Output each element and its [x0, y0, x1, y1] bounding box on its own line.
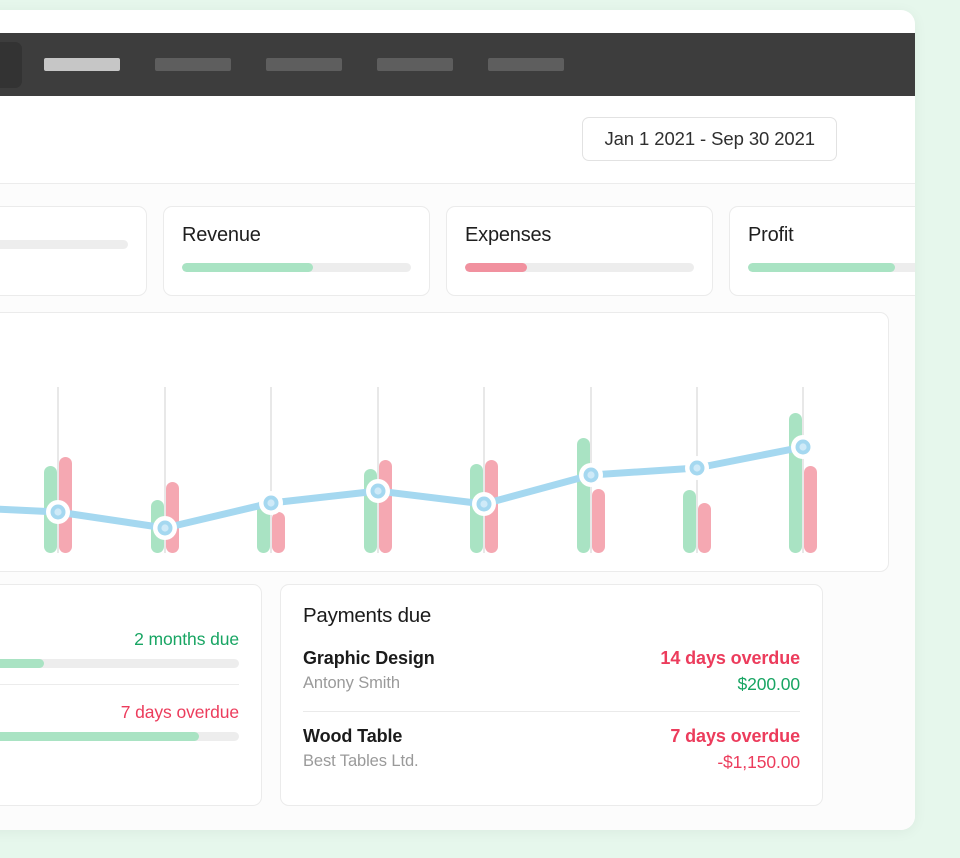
kpi-title: Expenses: [465, 224, 552, 246]
date-range-label: Jan 1 2021 - Sep 30 2021: [604, 128, 815, 149]
chart-bar-expenses-4: [379, 460, 392, 553]
chart-point-core-1: [54, 508, 62, 516]
chart-point-core-7: [693, 464, 701, 472]
nav-item-4[interactable]: [377, 58, 453, 71]
kpi-progress-fill: [182, 263, 313, 272]
nav-dropdown-button[interactable]: [0, 41, 22, 88]
payment-meta: 7 days overdue -$1,150.00: [670, 726, 800, 773]
chart-bar-expenses-8: [804, 466, 817, 553]
invoice-status: 7 days overdue: [120, 702, 239, 722]
payment-status: 7 days overdue: [670, 726, 800, 746]
chart-bar-expenses-3: [272, 512, 285, 553]
payment-status: 14 days overdue: [660, 648, 800, 668]
chart-bar-expenses-6: [592, 489, 605, 553]
chart-bar-revenue-8: [789, 413, 802, 553]
payments-due-card: Payments due Graphic Design Antony Smith…: [280, 584, 823, 806]
date-toolbar: Jan 1 2021 - Sep 30 2021: [0, 96, 915, 184]
kpi-progress-fill: [748, 263, 895, 272]
invoice-progress-fill: [0, 659, 45, 668]
kpi-progress-track: [748, 263, 915, 272]
payment-divider: [303, 711, 800, 712]
chart-point-core-3: [267, 499, 275, 507]
payments-due-title: Payments due: [303, 604, 432, 627]
kpi-progress-track: [465, 263, 694, 272]
payment-title: Graphic Design: [303, 648, 435, 668]
chart-bar-revenue-7: [683, 490, 696, 553]
bottom-card-row: 2 months due n 7 days overdue: [0, 584, 823, 806]
payment-info: Wood Table Best Tables Ltd.: [303, 726, 419, 771]
kpi-progress-fill: [465, 263, 527, 272]
payment-title: Wood Table: [303, 726, 403, 746]
chart-bar-expenses-7: [698, 503, 711, 553]
chart-bar-revenue-6: [577, 438, 590, 553]
revenue-expenses-chart[interactable]: [0, 313, 890, 573]
kpi-card-row: Revenue Expenses Profit: [0, 206, 915, 296]
chart-point-core-2: [161, 524, 169, 532]
invoice-progress-fill: [0, 732, 199, 741]
nav-item-2[interactable]: [155, 58, 231, 71]
app-window: Jan 1 2021 - Sep 30 2021 Revenue Expense…: [0, 10, 915, 830]
invoices-card: 2 months due n 7 days overdue: [0, 584, 262, 806]
kpi-progress-track: [182, 263, 411, 272]
payment-meta: 14 days overdue $200.00: [660, 648, 800, 695]
payment-row[interactable]: Wood Table Best Tables Ltd. 7 days overd…: [303, 726, 800, 773]
dashboard-content: Revenue Expenses Profit 2 months due 7 d…: [0, 184, 915, 830]
kpi-card-revenue[interactable]: Revenue: [163, 206, 430, 296]
invoice-divider: [0, 684, 239, 685]
date-range-picker[interactable]: Jan 1 2021 - Sep 30 2021: [582, 117, 837, 161]
payment-info: Graphic Design Antony Smith: [303, 648, 435, 693]
kpi-title: Profit: [748, 224, 794, 246]
chart-profit-line: [0, 443, 807, 532]
kpi-card-profit[interactable]: Profit: [729, 206, 915, 296]
nav-item-5[interactable]: [488, 58, 564, 71]
invoice-progress-track: [0, 659, 239, 668]
nav-item-1[interactable]: [44, 58, 120, 71]
kpi-card-clipped[interactable]: [0, 206, 147, 296]
payment-amount: $200.00: [737, 674, 800, 694]
kpi-card-expenses[interactable]: Expenses: [446, 206, 713, 296]
chart-card: [0, 312, 889, 572]
payment-subtitle: Antony Smith: [303, 674, 400, 692]
chart-point-core-5: [480, 500, 488, 508]
kpi-progress-track: [0, 240, 128, 249]
chart-point-core-4: [374, 487, 382, 495]
nav-items: [44, 58, 599, 71]
chart-point-core-6: [587, 471, 595, 479]
payment-row[interactable]: Graphic Design Antony Smith 14 days over…: [303, 648, 800, 695]
payment-amount: -$1,150.00: [717, 752, 800, 772]
page-root: Jan 1 2021 - Sep 30 2021 Revenue Expense…: [0, 0, 960, 858]
nav-item-3[interactable]: [266, 58, 342, 71]
kpi-title: Revenue: [182, 224, 261, 246]
invoice-status: 2 months due: [134, 629, 239, 649]
invoice-row[interactable]: 2 months due: [0, 625, 239, 668]
invoice-progress-track: [0, 732, 239, 741]
payment-subtitle: Best Tables Ltd.: [303, 752, 419, 770]
top-navbar: [0, 33, 915, 96]
chart-point-core-8: [799, 443, 807, 451]
invoice-row[interactable]: n 7 days overdue: [0, 698, 239, 741]
